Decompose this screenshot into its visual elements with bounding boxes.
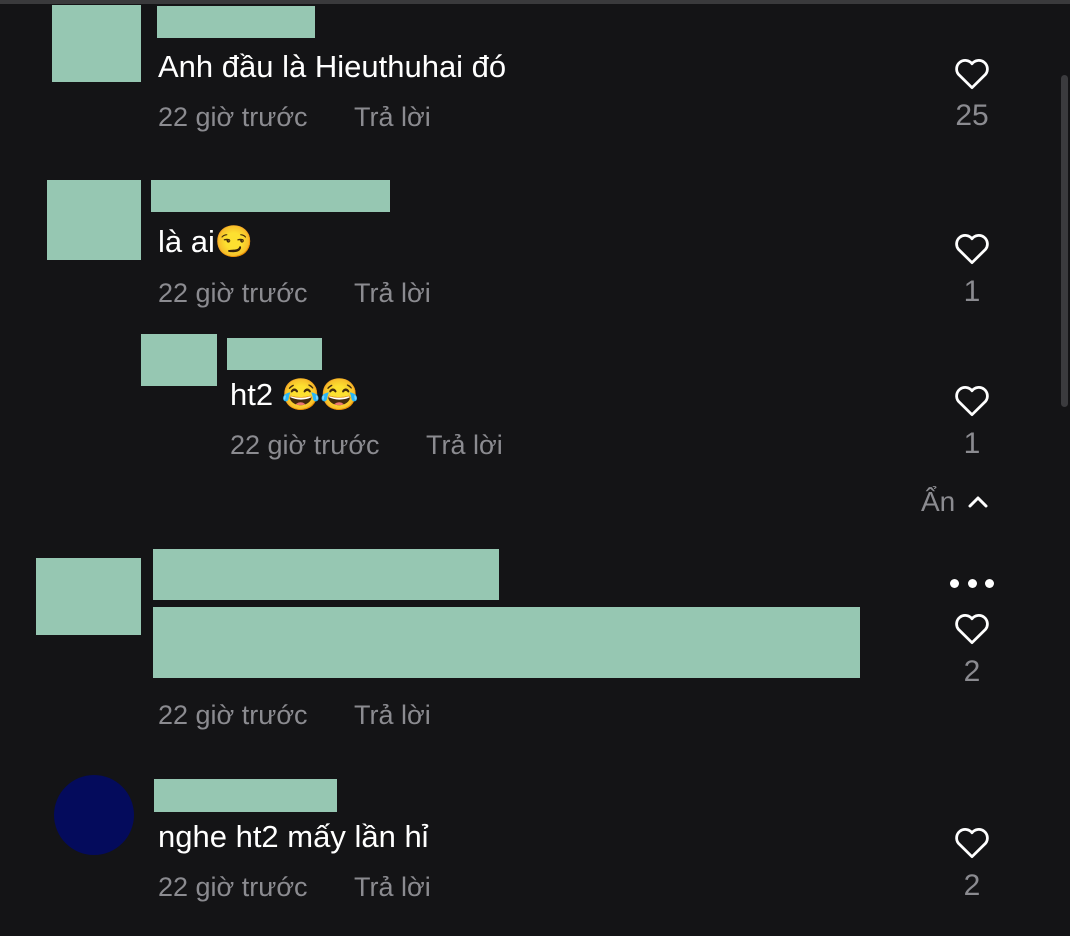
like-count: 2 <box>963 869 981 902</box>
comment-text: nghe ht2 mấy lần hỉ <box>158 819 429 854</box>
username-redacted[interactable] <box>154 779 337 812</box>
reply-button[interactable]: Trả lời <box>354 871 431 903</box>
heart-outline-icon[interactable] <box>953 825 991 859</box>
comment-item: nghe ht2 mấy lần hỉ 22 giờ trước Trả lời… <box>0 0 1070 936</box>
comment-timestamp: 22 giờ trước <box>158 872 308 902</box>
avatar[interactable] <box>54 775 134 855</box>
